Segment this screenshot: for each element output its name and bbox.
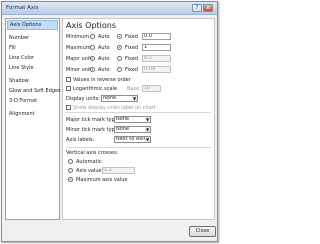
chevron-down-icon: ▼	[145, 117, 150, 122]
maximum-fixed-radio[interactable]	[117, 45, 122, 50]
display-units-value: None	[103, 95, 117, 101]
sidebar-item-3d-format[interactable]: 3-D Format	[7, 96, 58, 106]
crosses-automatic-label[interactable]: Automatic	[76, 159, 102, 165]
base-label: Base:	[127, 86, 141, 92]
crosses-axis-value-input[interactable]: 1.2	[102, 167, 135, 174]
minor-unit-label: Minor unit:	[66, 67, 93, 73]
crosses-axis-value-label[interactable]: Axis value:	[76, 168, 103, 174]
chevron-down-icon: ▼	[145, 137, 150, 142]
minimum-label: Minimum:	[66, 34, 91, 40]
minor-tick-label: Minor tick mark type:	[66, 127, 120, 133]
sidebar-item-fill[interactable]: Fill	[7, 43, 58, 53]
minimum-value-input[interactable]: 0.0	[142, 33, 171, 40]
minimum-auto-radio[interactable]	[90, 34, 95, 39]
minor-unit-fixed-label[interactable]: Fixed	[125, 67, 138, 73]
minor-unit-value-input[interactable]: 0.04	[142, 66, 171, 73]
major-unit-auto-radio[interactable]	[90, 56, 95, 61]
window-title: Format Axis	[6, 5, 39, 11]
display-units-label: Display units:	[66, 96, 100, 102]
divider	[66, 147, 211, 148]
category-list: Axis Options Number Fill Line Color Line…	[5, 18, 61, 220]
minimum-fixed-label[interactable]: Fixed	[125, 34, 138, 40]
values-reverse-label[interactable]: Values in reverse order	[73, 77, 131, 83]
minor-unit-auto-label[interactable]: Auto	[98, 67, 110, 73]
crosses-automatic-radio[interactable]	[68, 159, 73, 164]
maximum-auto-radio[interactable]	[90, 45, 95, 50]
major-tick-value: None	[116, 116, 130, 122]
values-reverse-checkbox[interactable]	[66, 77, 71, 82]
base-value-input[interactable]: 10	[142, 85, 161, 92]
sidebar-item-line-style[interactable]: Line Style	[7, 63, 58, 73]
major-unit-label: Major unit:	[66, 56, 93, 62]
maximum-fixed-label[interactable]: Fixed	[125, 45, 138, 51]
help-icon[interactable]: ?	[192, 4, 202, 12]
axis-options-panel: Axis Options Minimum: Auto Fixed 0.0 Max…	[62, 18, 215, 220]
axis-labels-value: Next to Axis	[116, 136, 147, 142]
sidebar-item-alignment[interactable]: Alignment	[7, 109, 58, 119]
maximum-auto-label[interactable]: Auto	[98, 45, 110, 51]
axis-labels-select[interactable]: Next to Axis ▼	[114, 136, 151, 143]
minor-tick-value: None	[116, 126, 130, 132]
title-bar[interactable]: Format Axis ? x	[2, 2, 217, 15]
format-axis-dialog: Format Axis ? x Axis Options Number Fill…	[1, 1, 218, 242]
major-unit-value-input[interactable]: 0.2	[142, 55, 171, 62]
sidebar-item-glow-soft-edges[interactable]: Glow and Soft Edges	[7, 86, 61, 96]
log-scale-label[interactable]: Logarithmic scale	[73, 86, 117, 92]
crosses-maximum-radio[interactable]	[68, 177, 73, 182]
display-units-select[interactable]: None ▼	[101, 95, 138, 102]
log-scale-checkbox[interactable]	[66, 86, 71, 91]
minimum-fixed-radio[interactable]	[117, 34, 122, 39]
divider	[66, 112, 211, 113]
maximum-label: Maximum:	[66, 45, 93, 51]
show-units-label[interactable]: Show display units label on chart	[73, 105, 156, 111]
chevron-down-icon: ▼	[132, 96, 137, 101]
axis-labels-label: Axis labels:	[66, 137, 95, 143]
show-units-checkbox[interactable]	[66, 105, 71, 110]
major-tick-label: Major tick mark type:	[66, 117, 120, 123]
chevron-down-icon: ▼	[145, 127, 150, 132]
sidebar-item-shadow[interactable]: Shadow	[7, 76, 58, 86]
sidebar-item-number[interactable]: Number	[7, 33, 58, 43]
minimum-auto-label[interactable]: Auto	[98, 34, 110, 40]
panel-heading: Axis Options	[66, 21, 117, 30]
close-button[interactable]: Close	[189, 226, 216, 237]
major-unit-fixed-radio[interactable]	[117, 56, 122, 61]
major-unit-auto-label[interactable]: Auto	[98, 56, 110, 62]
sidebar-item-line-color[interactable]: Line Color	[7, 53, 58, 63]
sidebar-item-axis-options[interactable]: Axis Options	[7, 20, 58, 30]
minor-unit-fixed-radio[interactable]	[117, 67, 122, 72]
crosses-axis-value-radio[interactable]	[68, 168, 73, 173]
maximum-value-input[interactable]: 1	[142, 44, 171, 51]
crosses-heading: Vertical axis crosses:	[66, 150, 119, 156]
minor-unit-auto-radio[interactable]	[90, 67, 95, 72]
minor-tick-select[interactable]: None ▼	[114, 126, 151, 133]
crosses-maximum-label[interactable]: Maximum axis value	[76, 177, 128, 183]
major-unit-fixed-label[interactable]: Fixed	[125, 56, 138, 62]
close-icon[interactable]: x	[203, 4, 213, 12]
major-tick-select[interactable]: None ▼	[114, 116, 151, 123]
